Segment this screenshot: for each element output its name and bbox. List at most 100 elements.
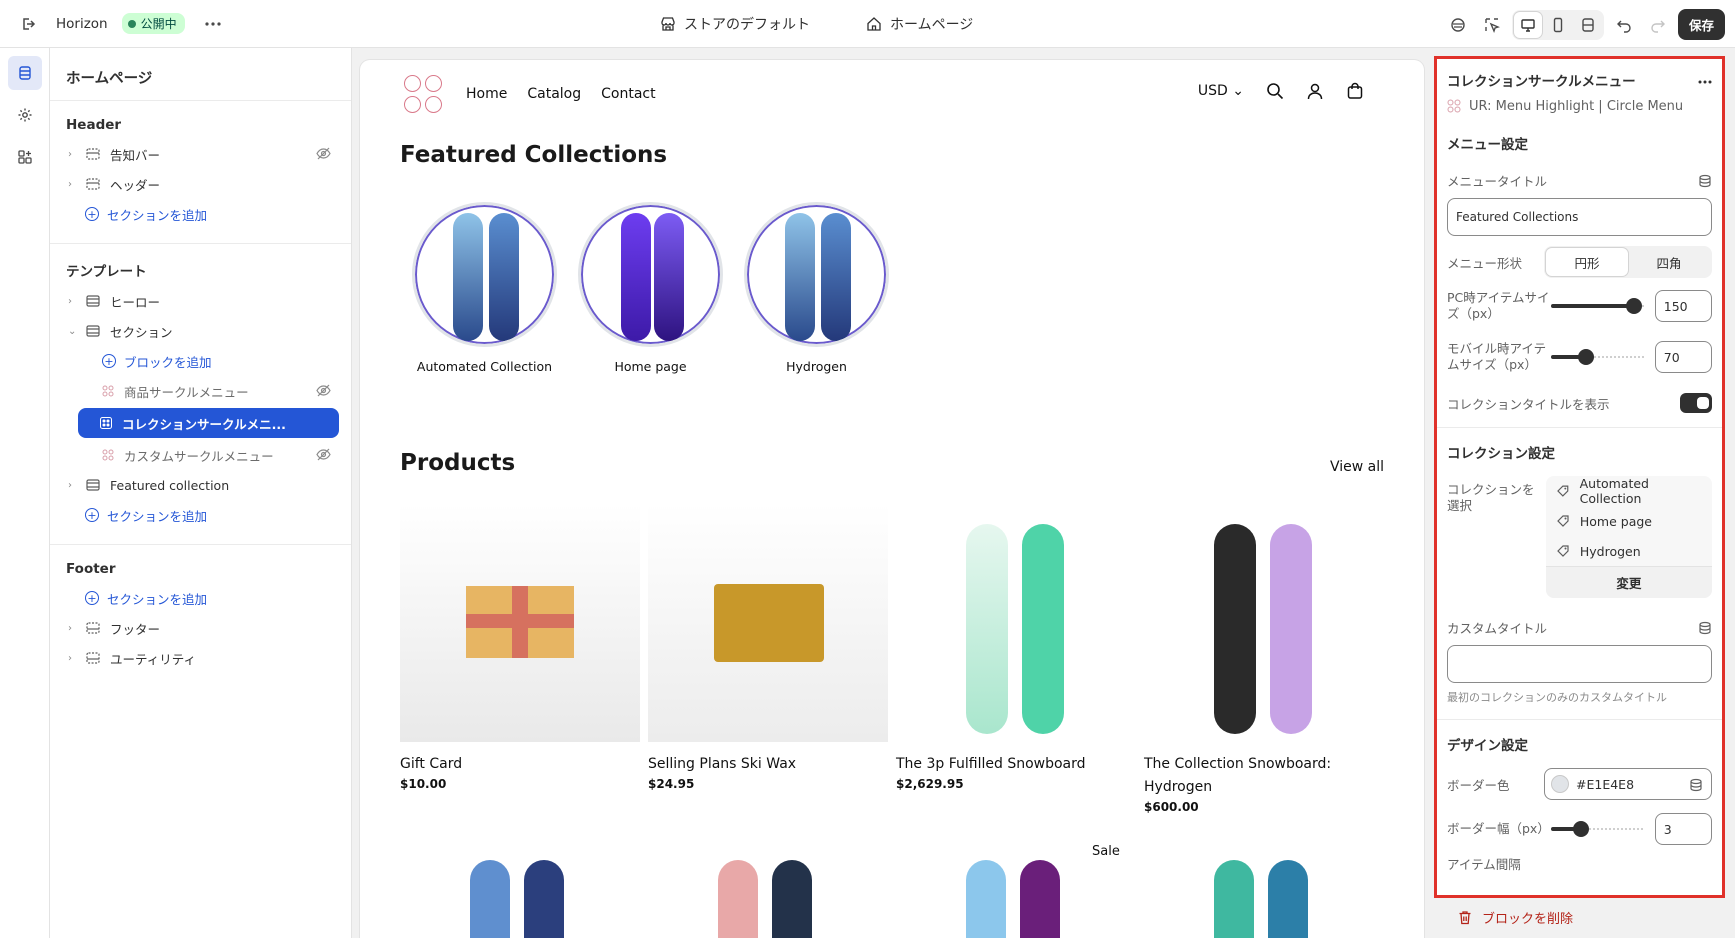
chevron-right-icon[interactable]: › — [68, 480, 80, 491]
eye-hidden-icon[interactable] — [316, 384, 331, 400]
product-card[interactable]: Gift Card $10.00 — [400, 504, 640, 814]
chevron-right-icon[interactable]: › — [68, 653, 80, 664]
more-options-icon[interactable] — [1698, 72, 1712, 88]
store-logo-icon[interactable] — [404, 75, 442, 113]
mobile-view-icon[interactable] — [1544, 12, 1572, 38]
tree-item-announcement-bar[interactable]: › 告知バー — [50, 139, 351, 169]
custom-title-input[interactable] — [1447, 645, 1712, 683]
tree-item-footer[interactable]: › フッター — [50, 613, 351, 643]
nav-link-home[interactable]: Home — [466, 86, 507, 102]
desktop-view-icon[interactable] — [1513, 11, 1542, 38]
change-collections-button[interactable]: 変更 — [1545, 566, 1712, 598]
pc-size-slider[interactable] — [1551, 298, 1646, 314]
chevron-down-icon[interactable]: ⌄ — [68, 326, 80, 337]
border-color-picker[interactable]: #E1E4E8 — [1544, 768, 1712, 800]
tree-item-featured-collection[interactable]: › Featured collection — [50, 470, 351, 500]
chevron-right-icon[interactable]: › — [68, 623, 80, 634]
chevron-right-icon[interactable]: › — [68, 149, 80, 160]
border-width-slider[interactable] — [1551, 821, 1646, 837]
product-card[interactable] — [648, 856, 888, 938]
settings-gear-icon[interactable] — [8, 98, 42, 132]
tree-block-collection-circle-menu[interactable]: コレクションサークルメニ... — [78, 408, 339, 438]
apps-icon[interactable] — [8, 140, 42, 174]
shape-option-circle[interactable]: 円形 — [1546, 248, 1628, 276]
store-default-selector[interactable]: ストアのデフォルト — [660, 14, 810, 34]
eye-hidden-icon[interactable] — [316, 147, 331, 163]
dynamic-source-icon[interactable] — [1698, 174, 1712, 188]
app-block-icon — [102, 449, 114, 461]
chevron-right-icon[interactable]: › — [68, 296, 80, 307]
section-layout-icon — [86, 147, 102, 161]
shape-option-square[interactable]: 四角 — [1628, 248, 1710, 276]
product-card[interactable]: The Collection Snowboard: Hydrogen $600.… — [1144, 504, 1384, 814]
settings-title: コレクションサークルメニュー — [1447, 74, 1636, 90]
account-icon[interactable] — [1306, 82, 1324, 100]
add-section-button[interactable]: + セクションを追加 — [50, 199, 351, 229]
mobile-size-input[interactable]: 70 — [1654, 341, 1712, 373]
add-section-button[interactable]: + セクションを追加 — [50, 500, 351, 530]
redo-icon[interactable] — [1644, 11, 1672, 39]
currency-selector[interactable]: USD ⌄ — [1198, 83, 1244, 99]
inspector-cursor-icon[interactable] — [1478, 11, 1506, 39]
show-title-toggle[interactable] — [1680, 393, 1712, 413]
chevron-right-icon[interactable]: › — [68, 179, 80, 190]
tree-item-label: ヒーロー — [110, 294, 161, 310]
plus-circle-icon: + — [102, 354, 116, 368]
nav-link-catalog[interactable]: Catalog — [527, 86, 581, 102]
slider-handle[interactable] — [1626, 298, 1643, 314]
nav-link-contact[interactable]: Contact — [601, 86, 655, 102]
dynamic-source-icon[interactable] — [1689, 778, 1703, 792]
border-width-input[interactable]: 3 — [1654, 813, 1712, 845]
eye-hidden-icon[interactable] — [316, 448, 331, 464]
undo-icon[interactable] — [1610, 11, 1638, 39]
color-swatch[interactable] — [1551, 775, 1569, 793]
mobile-size-field: モバイル時アイテムサイズ（px） 70 — [1447, 341, 1712, 373]
theme-store-icon[interactable] — [1444, 11, 1472, 39]
selected-collection-item[interactable]: Hydrogen — [1546, 536, 1712, 566]
add-block-button[interactable]: + ブロックを追加 — [50, 346, 351, 376]
delete-block-button[interactable]: ブロックを削除 — [1458, 908, 1573, 927]
product-card[interactable]: The 3p Fulfilled Snowboard $2,629.95 — [896, 504, 1136, 814]
tree-item-label: フッター — [110, 621, 161, 637]
circle-menu-item[interactable]: Home page — [578, 202, 723, 374]
add-section-button[interactable]: + セクションを追加 — [50, 583, 351, 613]
search-icon[interactable] — [1266, 82, 1284, 100]
sections-icon[interactable] — [8, 56, 42, 90]
dynamic-source-icon[interactable] — [1698, 621, 1712, 635]
custom-title-label: カスタムタイトル — [1447, 621, 1548, 636]
tree-block-product-circle-menu[interactable]: 商品サークルメニュー — [50, 376, 351, 406]
more-options-icon[interactable] — [199, 10, 227, 38]
products-title: Products — [400, 450, 516, 476]
store-icon — [661, 17, 675, 31]
fullscreen-view-icon[interactable] — [1574, 12, 1602, 38]
tree-item-section[interactable]: ⌄ セクション — [50, 316, 351, 346]
mobile-size-slider[interactable] — [1551, 349, 1646, 365]
tree-item-utility[interactable]: › ユーティリティ — [50, 643, 351, 673]
tree-item-header[interactable]: › ヘッダー — [50, 169, 351, 199]
pc-size-input[interactable]: 150 — [1654, 290, 1712, 322]
view-all-link[interactable]: View all — [1330, 459, 1384, 475]
slider-handle[interactable] — [1573, 821, 1590, 837]
circle-menu-item[interactable]: Automated Collection — [412, 202, 557, 374]
tree-block-label: 商品サークルメニュー — [124, 384, 249, 400]
product-card[interactable] — [1144, 856, 1384, 938]
selected-collection-item[interactable]: Automated Collection — [1546, 476, 1712, 506]
collection-tag-icon — [1557, 485, 1569, 497]
circle-menu-item[interactable]: Hydrogen — [744, 202, 889, 374]
product-image — [400, 856, 640, 938]
tree-item-hero[interactable]: › ヒーロー — [50, 286, 351, 316]
save-button[interactable]: 保存 — [1677, 9, 1725, 40]
selected-collections-list: Automated Collection Home page Hydrogen … — [1545, 476, 1712, 598]
menu-title-input[interactable]: Featured Collections — [1447, 198, 1712, 236]
product-card[interactable] — [400, 856, 640, 938]
product-card[interactable]: Selling Plans Ski Wax $24.95 — [648, 504, 888, 814]
tree-block-custom-circle-menu[interactable]: カスタムサークルメニュー — [50, 440, 351, 470]
exit-icon[interactable] — [14, 10, 42, 38]
selected-collection-item[interactable]: Home page — [1546, 506, 1712, 536]
slider-handle[interactable] — [1578, 349, 1595, 365]
homepage-selector[interactable]: ホームページ — [866, 14, 973, 34]
pc-size-field: PC時アイテムサイズ（px） 150 — [1447, 290, 1712, 322]
cart-bag-icon[interactable] — [1346, 82, 1364, 100]
mobile-size-label: モバイル時アイテムサイズ（px） — [1447, 341, 1547, 372]
product-card[interactable]: Sale — [896, 844, 1136, 938]
